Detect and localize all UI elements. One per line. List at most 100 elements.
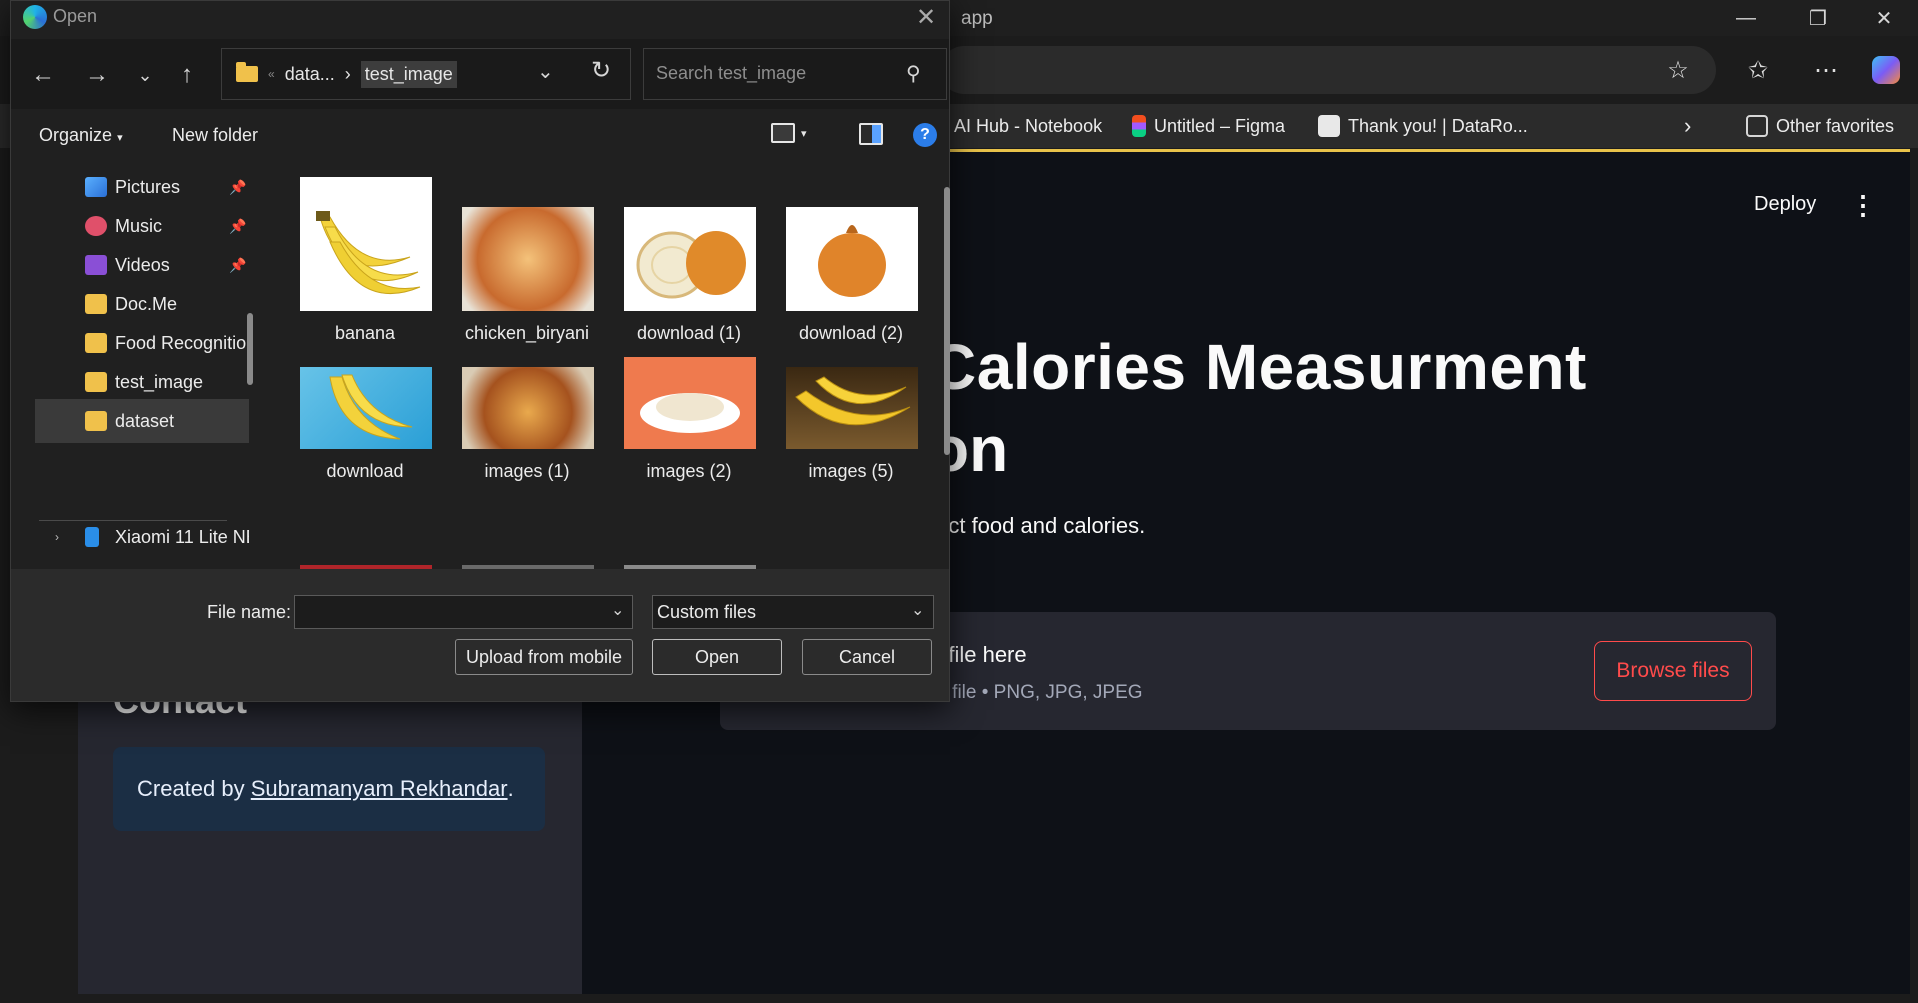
new-folder-button[interactable]: New folder [172, 125, 258, 146]
favorite-label: AI Hub - Notebook [954, 115, 1103, 136]
overflow-icon[interactable]: « [268, 67, 275, 81]
upload-from-mobile-button[interactable]: Upload from mobile [455, 639, 633, 675]
pin-icon[interactable]: 📌 [229, 218, 246, 235]
folder-icon [85, 333, 107, 353]
chevron-right-icon: › [344, 63, 351, 84]
favorites-icon[interactable]: ✩ [1738, 50, 1778, 90]
more-icon[interactable]: ⋯ [1806, 50, 1846, 90]
caret-down-icon: ▾ [117, 132, 123, 144]
forward-arrow-icon[interactable]: → [79, 57, 115, 93]
copilot-icon[interactable] [1866, 50, 1906, 90]
banana-bunch-icon [300, 177, 432, 311]
nav-item-label: Food Recognition [115, 332, 249, 353]
uploader-limit-text: er file • PNG, JPG, JPEG [930, 682, 1143, 703]
file-name: download [326, 461, 404, 481]
help-icon[interactable]: ? [913, 123, 937, 147]
dialog-footer [11, 569, 949, 701]
main-menu-icon[interactable]: ⋮ [1850, 190, 1876, 221]
up-arrow-icon[interactable]: ↑ [169, 57, 205, 93]
file-grid: banana chicken_biryani download (1) down… [281, 161, 941, 569]
pin-icon[interactable]: 📌 [229, 179, 246, 196]
biryani-plate-icon [462, 207, 594, 311]
caret-down-icon: ▾ [801, 127, 807, 140]
nav-item-test-image[interactable]: test_image [35, 360, 249, 404]
nav-item-label: Videos [115, 254, 170, 275]
file-item[interactable]: banana [285, 177, 435, 347]
file-item[interactable]: images (5) [771, 355, 921, 525]
recent-locations-icon[interactable]: ⌄ [127, 57, 163, 93]
file-name: download (2) [798, 323, 904, 343]
file-grid-scrollbar[interactable] [944, 187, 950, 455]
chevron-down-icon[interactable]: ⌄ [537, 59, 554, 84]
author-link[interactable]: Subramanyam Rekhandar [251, 776, 508, 802]
preview-pane-icon[interactable] [859, 123, 883, 145]
nav-item-food-recognition[interactable]: Food Recognition [35, 321, 249, 365]
nav-item-dataset[interactable]: dataset [35, 399, 249, 443]
close-window-icon[interactable]: ✕ [1856, 0, 1912, 36]
refresh-icon[interactable]: ↻ [591, 56, 611, 85]
chevron-down-icon[interactable]: ⌄ [611, 600, 624, 620]
address-bar[interactable] [940, 46, 1716, 94]
favorite-figma[interactable]: Untitled – Figma [1132, 112, 1285, 140]
nav-item-label: Doc.Me [115, 293, 178, 314]
nav-item-pictures[interactable]: Pictures 📌 [35, 165, 249, 209]
app-description: tect food and calories. [930, 513, 1146, 538]
file-item[interactable]: download (2) [771, 177, 921, 347]
banana-wood-icon [786, 367, 918, 449]
nav-item-xiaomi[interactable]: › Xiaomi 11 Lite NE [35, 515, 249, 559]
breadcrumb-parent[interactable]: data... [285, 64, 335, 85]
file-item[interactable]: chicken_biryani [447, 177, 597, 347]
change-view-button[interactable]: ▾ [771, 123, 807, 143]
tab-title[interactable]: app [961, 8, 993, 30]
file-item[interactable]: images (2) [609, 355, 759, 525]
file-item[interactable]: images (1) [447, 355, 597, 525]
music-icon [85, 216, 107, 236]
back-arrow-icon[interactable]: ← [25, 57, 61, 93]
file-item[interactable]: download [285, 355, 435, 525]
search-icon[interactable]: ⚲ [906, 61, 921, 86]
favorite-label: Untitled – Figma [1154, 115, 1286, 136]
dialog-title: Open [53, 6, 98, 26]
nav-divider [39, 520, 227, 521]
nav-item-label: Music [115, 215, 163, 236]
file-item[interactable]: download (1) [609, 177, 759, 347]
nav-item-music[interactable]: Music 📌 [35, 204, 249, 248]
pin-icon[interactable]: 📌 [229, 257, 246, 274]
chevron-down-icon: ⌄ [911, 602, 925, 619]
dataro-icon [1318, 115, 1340, 137]
cancel-button[interactable]: Cancel [802, 639, 932, 675]
chevron-right-icon[interactable]: › [55, 530, 59, 544]
file-name-input[interactable] [301, 602, 591, 623]
banana-blue-icon [300, 367, 432, 449]
other-favorites[interactable]: Other favorites [1746, 112, 1894, 140]
browse-files-button[interactable]: Browse files [1594, 641, 1752, 701]
favorite-dataro[interactable]: Thank you! | DataRo... [1318, 112, 1528, 140]
path-breadcrumb[interactable]: « data... › test_image [221, 48, 631, 100]
close-icon[interactable]: ✕ [916, 3, 936, 32]
favorite-ai-hub[interactable]: AI Hub - Notebook [954, 112, 1102, 140]
rice-plate-icon [624, 357, 756, 449]
nav-scrollbar[interactable] [247, 313, 253, 385]
folder-outline-icon [1746, 115, 1768, 137]
nav-item-label: Pictures [115, 176, 181, 197]
file-type-select[interactable]: Custom files ⌄ [652, 595, 934, 629]
restore-icon[interactable]: ❐ [1790, 0, 1846, 36]
search-input[interactable] [656, 63, 896, 84]
file-name-combobox[interactable]: ⌄ [294, 595, 633, 629]
nav-item-videos[interactable]: Videos 📌 [35, 243, 249, 287]
file-name: images (1) [484, 461, 570, 481]
chevron-right-icon[interactable]: › [1684, 112, 1691, 140]
search-box[interactable]: ⚲ [643, 48, 947, 100]
favorite-label: Thank you! | DataRo... [1348, 115, 1528, 136]
minimize-icon[interactable]: — [1718, 0, 1774, 36]
star-icon[interactable]: ☆ [1658, 50, 1698, 90]
folder-icon [85, 411, 107, 431]
edge-logo-icon [23, 5, 47, 29]
organize-button[interactable]: Organize ▾ [39, 125, 123, 146]
open-button[interactable]: Open [652, 639, 782, 675]
file-name: images (5) [808, 461, 894, 481]
created-by-box: Created by Subramanyam Rekhandar. [113, 747, 545, 831]
breadcrumb-current[interactable]: test_image [360, 60, 457, 88]
deploy-button[interactable]: Deploy [1754, 193, 1816, 216]
nav-item-docme[interactable]: Doc.Me [35, 282, 249, 326]
